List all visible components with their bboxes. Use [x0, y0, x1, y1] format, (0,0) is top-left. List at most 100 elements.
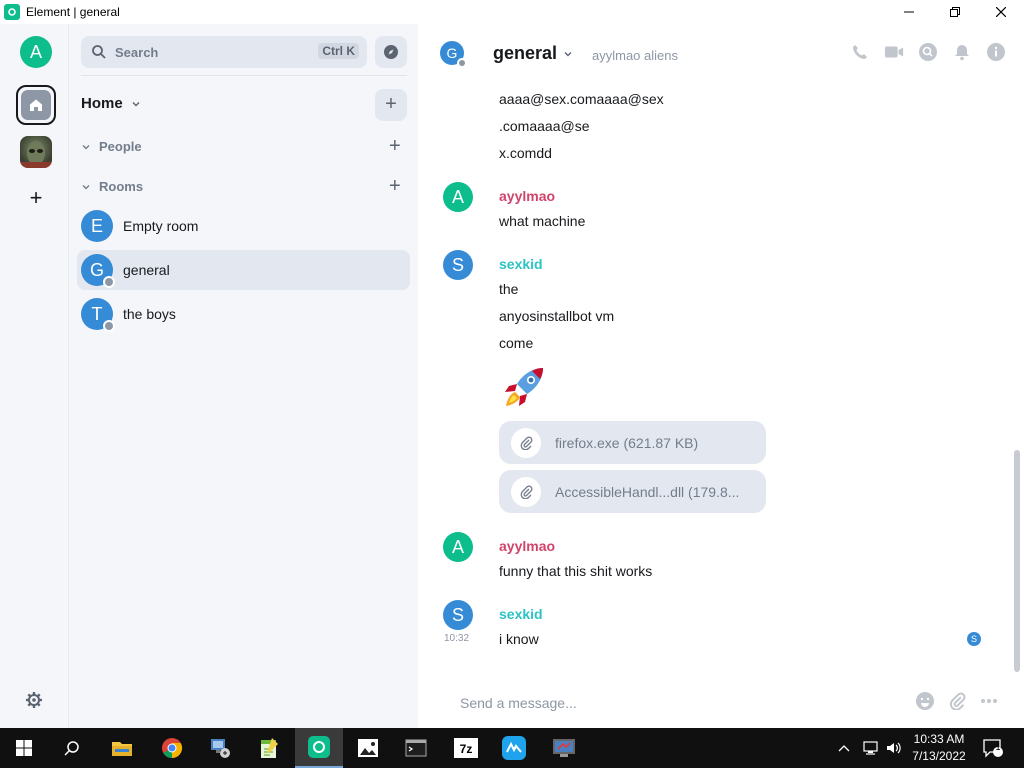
search-shortcut-hint: Ctrl K [318, 43, 359, 59]
clock-date: 7/13/2022 [912, 749, 966, 763]
room-name: general [123, 262, 170, 278]
add-room-button[interactable]: + [389, 176, 401, 196]
attachment-icon[interactable] [946, 690, 968, 712]
room-info-icon[interactable] [986, 42, 1006, 62]
more-options-icon[interactable] [978, 690, 1000, 712]
chevron-down-icon [132, 101, 140, 106]
start-button[interactable] [0, 728, 48, 768]
timeline-scrollbar[interactable] [1014, 450, 1020, 672]
title-bar: Element | general [0, 0, 1024, 24]
svg-text:7z: 7z [460, 742, 473, 756]
sender-name[interactable]: sexkid [499, 256, 543, 272]
system-clock[interactable]: 10:33 AM 7/13/2022 [908, 731, 970, 765]
file-attachment-dll[interactable]: AccessibleHandl...dll (179.8... [499, 470, 766, 513]
home-space-button[interactable] [16, 85, 56, 125]
7zip-icon[interactable]: 7z [442, 728, 490, 768]
message-body: come [499, 335, 534, 351]
chevron-down-icon [564, 51, 572, 56]
emoji-picker-icon[interactable] [914, 690, 936, 712]
element-taskbar-icon[interactable] [295, 728, 343, 768]
room-list-panel: Search Ctrl K Home + People + Rooms + E … [68, 24, 418, 728]
message-input[interactable] [458, 693, 898, 713]
chevron-down-icon [82, 184, 90, 189]
room-topic[interactable]: ayylmao aliens [592, 48, 678, 63]
rooms-section-header[interactable]: Rooms [81, 179, 143, 194]
file-name: firefox.exe (621.87 KB) [555, 434, 699, 451]
room-avatar: T [81, 298, 115, 332]
room-avatar: G [81, 254, 115, 288]
sender-name[interactable]: sexkid [499, 606, 543, 622]
home-add-button[interactable]: + [375, 89, 407, 121]
file-explorer-icon[interactable] [98, 728, 146, 768]
room-item-empty-room[interactable]: E Empty room [77, 206, 410, 246]
message-body: x.comdd [499, 145, 552, 161]
home-header[interactable]: Home [81, 95, 141, 112]
sender-name[interactable]: ayylmao [499, 188, 555, 204]
photos-icon[interactable] [344, 728, 392, 768]
close-window-button[interactable] [978, 0, 1024, 24]
public-room-badge-icon [103, 320, 115, 332]
message-body: aaaa@sex.comaaaa@sex [499, 91, 664, 107]
element-app-icon [4, 4, 20, 20]
voice-call-icon[interactable] [850, 42, 870, 62]
network-icon[interactable] [862, 728, 880, 768]
clock-time: 10:33 AM [913, 732, 965, 746]
space-bar: A + [0, 24, 68, 728]
room-avatar: E [81, 210, 113, 242]
minimize-button[interactable] [886, 0, 932, 24]
notification-count: 1 [995, 742, 1001, 752]
notepad-plus-plus-icon[interactable] [245, 728, 293, 768]
room-view: G general ayylmao aliens aaaa@sex.comaaa… [418, 24, 1024, 728]
sender-avatar[interactable]: S [443, 600, 473, 630]
room-header: G general ayylmao aliens [418, 24, 1024, 82]
network-admin-icon[interactable] [196, 728, 244, 768]
room-item-the-boys[interactable]: T the boys [77, 294, 410, 334]
notifications-bell-icon[interactable] [952, 42, 972, 62]
sender-avatar[interactable]: S [443, 250, 473, 280]
room-header-actions [850, 42, 1006, 62]
chevron-down-icon [82, 144, 90, 149]
volume-icon[interactable] [885, 728, 903, 768]
read-receipt-avatar[interactable]: S [967, 632, 981, 646]
message-body: what machine [499, 213, 586, 229]
people-section-header[interactable]: People [81, 139, 142, 154]
message-timestamp: 10:32 [444, 633, 470, 644]
settings-gear-icon[interactable] [24, 690, 44, 710]
sender-name[interactable]: ayylmao [499, 538, 555, 554]
remote-desktop-icon[interactable] [540, 728, 588, 768]
app-taskbar-icon[interactable] [490, 728, 538, 768]
room-header-avatar[interactable]: G [440, 41, 467, 68]
create-space-button[interactable]: + [26, 187, 46, 209]
video-call-icon[interactable] [884, 42, 904, 62]
room-title: general [493, 43, 558, 63]
explore-rooms-button[interactable] [375, 36, 407, 68]
message-body: funny that this shit works [499, 563, 653, 579]
search-icon [92, 45, 106, 59]
room-item-general[interactable]: G general [77, 250, 410, 290]
room-name: the boys [123, 306, 176, 322]
chrome-icon[interactable] [148, 728, 196, 768]
room-search[interactable]: Search Ctrl K [81, 36, 367, 68]
file-name: AccessibleHandl...dll (179.8... [555, 483, 740, 500]
message-body: the [499, 281, 519, 297]
room-name: Empty room [123, 218, 199, 234]
home-title: Home [81, 95, 123, 112]
user-avatar[interactable]: A [20, 36, 52, 68]
public-room-badge-icon [457, 58, 467, 68]
window-title: Element | general [26, 5, 120, 19]
windows-taskbar: 7z 10:33 AM 7/13/2022 1 [0, 728, 1024, 768]
message-body: i know [499, 631, 539, 647]
compass-icon [384, 45, 398, 59]
ayylmao-space-avatar[interactable] [20, 136, 52, 168]
sender-avatar[interactable]: A [443, 532, 473, 562]
start-chat-add-button[interactable]: + [389, 136, 401, 156]
restore-button[interactable] [932, 0, 978, 24]
sender-avatar[interactable]: A [443, 182, 473, 212]
show-hidden-icons-chevron[interactable] [838, 728, 850, 768]
terminal-icon[interactable] [392, 728, 440, 768]
action-center-icon[interactable]: 1 [982, 728, 1004, 768]
room-header-name[interactable]: general [493, 43, 573, 64]
file-attachment-firefox[interactable]: firefox.exe (621.87 KB) [499, 421, 766, 464]
search-room-icon[interactable] [918, 42, 938, 62]
search-taskbar-icon[interactable] [48, 728, 96, 768]
